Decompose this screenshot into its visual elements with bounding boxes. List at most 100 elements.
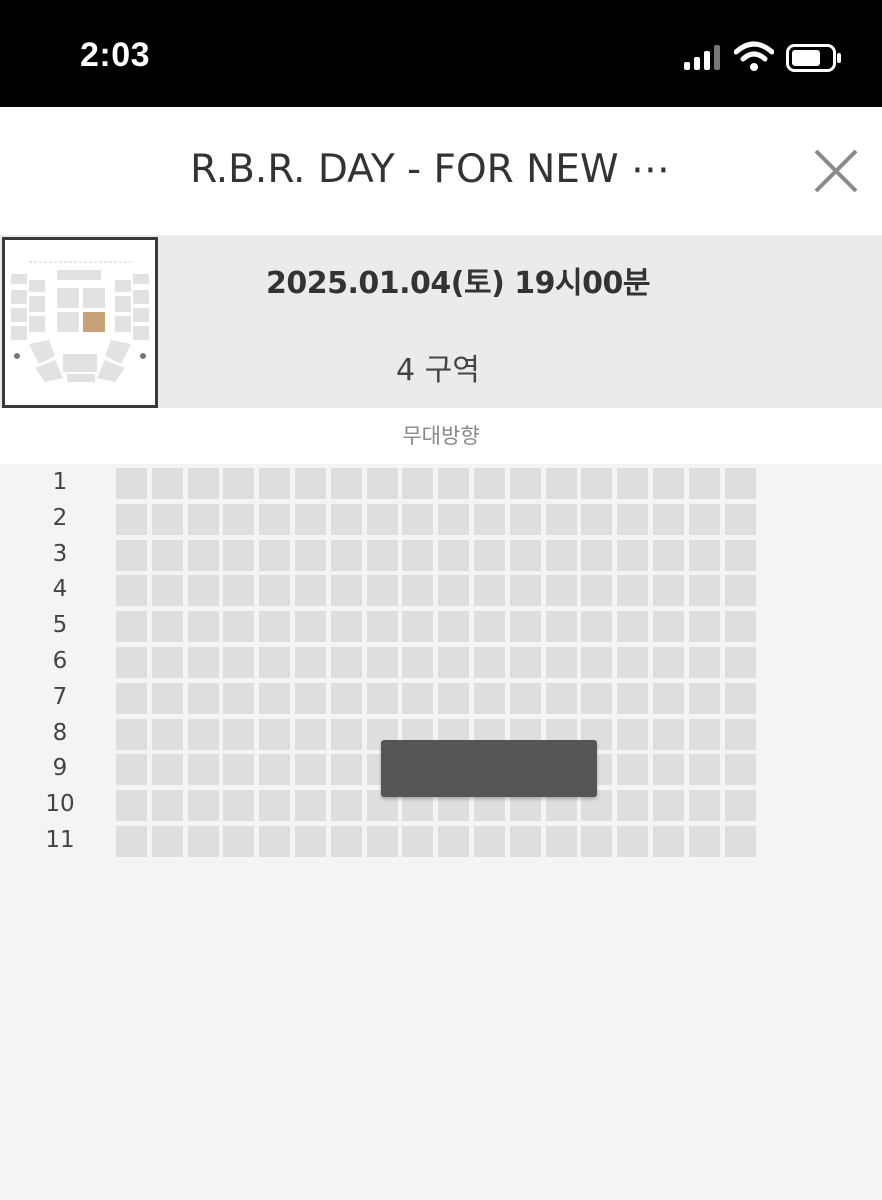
seat[interactable] bbox=[653, 754, 684, 785]
seat[interactable] bbox=[653, 611, 684, 642]
seat[interactable] bbox=[438, 683, 469, 714]
seat[interactable] bbox=[510, 611, 541, 642]
seat[interactable] bbox=[653, 826, 684, 857]
seat[interactable] bbox=[510, 468, 541, 499]
seat[interactable] bbox=[581, 683, 612, 714]
seat[interactable] bbox=[331, 611, 362, 642]
seat[interactable] bbox=[367, 540, 398, 571]
seat[interactable] bbox=[581, 468, 612, 499]
seat[interactable] bbox=[725, 719, 756, 750]
seat[interactable] bbox=[259, 504, 290, 535]
seat[interactable] bbox=[438, 468, 469, 499]
seat[interactable] bbox=[152, 504, 183, 535]
seat[interactable] bbox=[331, 540, 362, 571]
seat[interactable] bbox=[259, 647, 290, 678]
seat[interactable] bbox=[116, 826, 147, 857]
seat[interactable] bbox=[116, 790, 147, 821]
seat[interactable] bbox=[152, 647, 183, 678]
seat[interactable] bbox=[331, 683, 362, 714]
seat[interactable] bbox=[367, 575, 398, 606]
seat[interactable] bbox=[725, 540, 756, 571]
seat[interactable] bbox=[259, 540, 290, 571]
seat[interactable] bbox=[617, 575, 648, 606]
seat[interactable] bbox=[510, 575, 541, 606]
seat[interactable] bbox=[510, 826, 541, 857]
seat[interactable] bbox=[223, 540, 254, 571]
seat[interactable] bbox=[116, 504, 147, 535]
seat[interactable] bbox=[259, 754, 290, 785]
seat[interactable] bbox=[367, 647, 398, 678]
seat[interactable] bbox=[367, 826, 398, 857]
seat[interactable] bbox=[546, 611, 577, 642]
seat[interactable] bbox=[653, 719, 684, 750]
seat[interactable] bbox=[331, 754, 362, 785]
seat[interactable] bbox=[653, 683, 684, 714]
seat[interactable] bbox=[617, 790, 648, 821]
seat[interactable] bbox=[188, 754, 219, 785]
seat[interactable] bbox=[116, 754, 147, 785]
seat[interactable] bbox=[367, 468, 398, 499]
seat[interactable] bbox=[474, 540, 505, 571]
seat[interactable] bbox=[152, 719, 183, 750]
seat[interactable] bbox=[116, 468, 147, 499]
seat[interactable] bbox=[402, 504, 433, 535]
seat[interactable] bbox=[259, 790, 290, 821]
seat[interactable] bbox=[510, 540, 541, 571]
venue-mini-map[interactable] bbox=[2, 237, 158, 408]
seat[interactable] bbox=[331, 719, 362, 750]
seat[interactable] bbox=[295, 754, 326, 785]
seat[interactable] bbox=[546, 540, 577, 571]
seat[interactable] bbox=[546, 683, 577, 714]
seat[interactable] bbox=[295, 683, 326, 714]
seat[interactable] bbox=[438, 504, 469, 535]
seat[interactable] bbox=[474, 647, 505, 678]
seat[interactable] bbox=[438, 647, 469, 678]
seat[interactable] bbox=[474, 468, 505, 499]
seat[interactable] bbox=[402, 468, 433, 499]
seat[interactable] bbox=[402, 540, 433, 571]
seat[interactable] bbox=[402, 683, 433, 714]
seat[interactable] bbox=[188, 790, 219, 821]
seat[interactable] bbox=[438, 611, 469, 642]
seat[interactable] bbox=[581, 647, 612, 678]
seat[interactable] bbox=[689, 611, 720, 642]
seat[interactable] bbox=[223, 754, 254, 785]
seat[interactable] bbox=[259, 611, 290, 642]
seat[interactable] bbox=[223, 504, 254, 535]
seat[interactable] bbox=[188, 611, 219, 642]
seat[interactable] bbox=[331, 575, 362, 606]
seat[interactable] bbox=[510, 683, 541, 714]
seat[interactable] bbox=[689, 754, 720, 785]
seat[interactable] bbox=[331, 647, 362, 678]
seat[interactable] bbox=[617, 647, 648, 678]
seat[interactable] bbox=[689, 575, 720, 606]
seat[interactable] bbox=[689, 540, 720, 571]
seat[interactable] bbox=[188, 575, 219, 606]
seat[interactable] bbox=[188, 826, 219, 857]
seat[interactable] bbox=[223, 575, 254, 606]
seat[interactable] bbox=[725, 790, 756, 821]
seat[interactable] bbox=[474, 611, 505, 642]
seat[interactable] bbox=[295, 790, 326, 821]
seat[interactable] bbox=[689, 647, 720, 678]
seat[interactable] bbox=[689, 719, 720, 750]
seat[interactable] bbox=[223, 826, 254, 857]
seat[interactable] bbox=[152, 683, 183, 714]
seat[interactable] bbox=[546, 504, 577, 535]
seat[interactable] bbox=[295, 826, 326, 857]
seat[interactable] bbox=[116, 683, 147, 714]
seat[interactable] bbox=[617, 683, 648, 714]
seat[interactable] bbox=[546, 575, 577, 606]
seat[interactable] bbox=[581, 540, 612, 571]
seat[interactable] bbox=[188, 683, 219, 714]
seat[interactable] bbox=[617, 754, 648, 785]
seat[interactable] bbox=[295, 719, 326, 750]
seat[interactable] bbox=[581, 611, 612, 642]
seat[interactable] bbox=[402, 826, 433, 857]
seat[interactable] bbox=[152, 754, 183, 785]
seat[interactable] bbox=[259, 719, 290, 750]
seat[interactable] bbox=[581, 504, 612, 535]
seat[interactable] bbox=[725, 575, 756, 606]
seat[interactable] bbox=[331, 504, 362, 535]
seat[interactable] bbox=[474, 575, 505, 606]
